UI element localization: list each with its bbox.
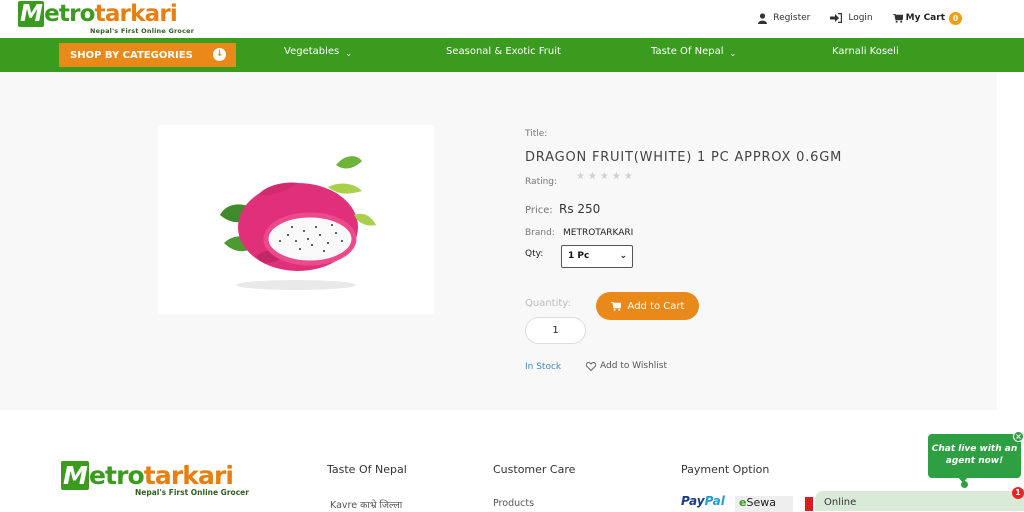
esewa-logo: eSewa xyxy=(735,496,793,512)
logo-wordmark: Metrotarkari xyxy=(61,461,234,490)
nav-item-label: Vegetables xyxy=(284,46,340,57)
my-cart-link[interactable]: My Cart 0 xyxy=(892,11,962,25)
footer-heading-customer-care: Customer Care xyxy=(493,463,576,476)
top-header: Metrotarkari Nepal's First Online Grocer… xyxy=(0,0,1024,38)
dragon-fruit-image xyxy=(220,156,376,290)
qty-label: Qty: xyxy=(525,249,544,259)
product-image[interactable] xyxy=(158,125,434,314)
paypal-part-2: Pal xyxy=(704,494,725,508)
logo-m: M xyxy=(61,461,89,490)
logo-tagline: Nepal's First Online Grocer xyxy=(90,27,195,35)
login-link[interactable]: Login xyxy=(830,13,873,23)
shop-by-categories-label: SHOP BY CATEGORIES xyxy=(70,49,193,61)
user-icon xyxy=(758,12,768,24)
brand-label: Brand: xyxy=(525,228,555,238)
stock-status: In Stock xyxy=(525,362,562,372)
register-label: Register xyxy=(773,13,811,23)
esewa-rest: Sewa xyxy=(746,496,776,509)
cart-icon xyxy=(892,13,903,23)
logo-tagline: Nepal's First Online Grocer xyxy=(135,488,249,497)
logo-part-orange: tarkari xyxy=(94,1,178,27)
chat-invite-text: Chat live with an agent now! xyxy=(931,444,1018,466)
footer-logo[interactable]: Metrotarkari Nepal's First Online Grocer xyxy=(61,461,256,501)
footer-link-kavre[interactable]: Kavre काभ्रे जिल्ला xyxy=(330,498,402,511)
cart-label: My Cart xyxy=(905,13,945,23)
login-label: Login xyxy=(848,13,873,23)
chevron-down-icon: ⌄ xyxy=(729,49,737,58)
header-links: Register Login My Cart 0 xyxy=(738,10,962,26)
rating-stars[interactable]: ★★★★★ xyxy=(576,171,636,182)
chat-unread-badge: 1 xyxy=(1012,487,1024,499)
paypal-logo: PayPal xyxy=(681,494,725,508)
nav-item-taste-of-nepal[interactable]: Taste Of Nepal ⌄ xyxy=(651,38,736,72)
title-label: Title: xyxy=(525,129,548,139)
nav-item-label: Taste Of Nepal xyxy=(651,46,724,57)
payment-logo-partial xyxy=(805,497,813,511)
chat-close-icon[interactable]: × xyxy=(1013,431,1024,442)
main-nav: SHOP BY CATEGORIES ↓ Vegetables ⌄ Seasona… xyxy=(0,38,1024,72)
cart-icon xyxy=(610,301,621,311)
qty-select-value: 1 Pc xyxy=(568,251,590,261)
product-brand: METROTARKARI xyxy=(563,228,634,238)
qty-select[interactable]: 1 Pc ⌄ xyxy=(561,245,633,268)
logo-part-green: etro xyxy=(44,1,95,27)
quantity-label: Quantity: xyxy=(525,298,571,309)
cart-count-badge: 0 xyxy=(949,11,962,25)
footer-heading-taste-of-nepal: Taste Of Nepal xyxy=(327,463,407,476)
product-detail-section: Title: DRAGON FRUIT(WHITE) 1 PC APPROX 0… xyxy=(0,72,997,410)
footer-link-products[interactable]: Products xyxy=(493,498,534,509)
site-logo[interactable]: Metrotarkari Nepal's First Online Grocer xyxy=(18,1,200,35)
footer-heading-payment-option: Payment Option xyxy=(681,463,770,476)
paypal-part-1: Pay xyxy=(681,494,705,508)
wishlist-label: Add to Wishlist xyxy=(600,361,667,371)
quantity-input[interactable]: 1 xyxy=(525,317,586,344)
logo-part-green: etro xyxy=(88,461,145,490)
sign-in-icon xyxy=(830,13,843,23)
logo-m: M xyxy=(18,1,45,27)
nav-item-karnali-koseli[interactable]: Karnali Koseli xyxy=(832,38,899,72)
shop-by-categories-button[interactable]: SHOP BY CATEGORIES ↓ xyxy=(59,43,236,67)
add-to-cart-button[interactable]: Add to Cart xyxy=(596,292,699,320)
register-link[interactable]: Register xyxy=(758,12,811,24)
chat-status-dot xyxy=(961,481,968,488)
add-to-wishlist-link[interactable]: Add to Wishlist xyxy=(586,361,667,371)
heart-icon xyxy=(586,361,596,371)
price-label: Price: xyxy=(525,205,553,216)
rating-label: Rating: xyxy=(525,177,558,187)
chat-widget-bar[interactable]: Online xyxy=(815,491,1024,511)
product-price: Rs 250 xyxy=(559,202,601,216)
chat-status: Online xyxy=(824,497,857,508)
nav-item-vegetables[interactable]: Vegetables ⌄ xyxy=(284,38,352,72)
nav-item-label: Karnali Koseli xyxy=(832,46,899,57)
add-to-cart-label: Add to Cart xyxy=(627,300,685,312)
nav-item-label: Seasonal & Exotic Fruit xyxy=(446,46,561,57)
nav-item-seasonal-exotic-fruit[interactable]: Seasonal & Exotic Fruit xyxy=(446,38,561,72)
logo-part-orange: tarkari xyxy=(143,461,234,490)
arrow-down-circle-icon: ↓ xyxy=(213,48,226,61)
chat-invite-bubble[interactable]: Chat live with an agent now! xyxy=(928,434,1021,478)
logo-wordmark: Metrotarkari xyxy=(18,1,178,27)
chevron-down-icon: ⌄ xyxy=(345,49,352,58)
product-title: DRAGON FRUIT(WHITE) 1 PC APPROX 0.6GM xyxy=(525,150,843,165)
chevron-down-icon: ⌄ xyxy=(619,251,627,261)
